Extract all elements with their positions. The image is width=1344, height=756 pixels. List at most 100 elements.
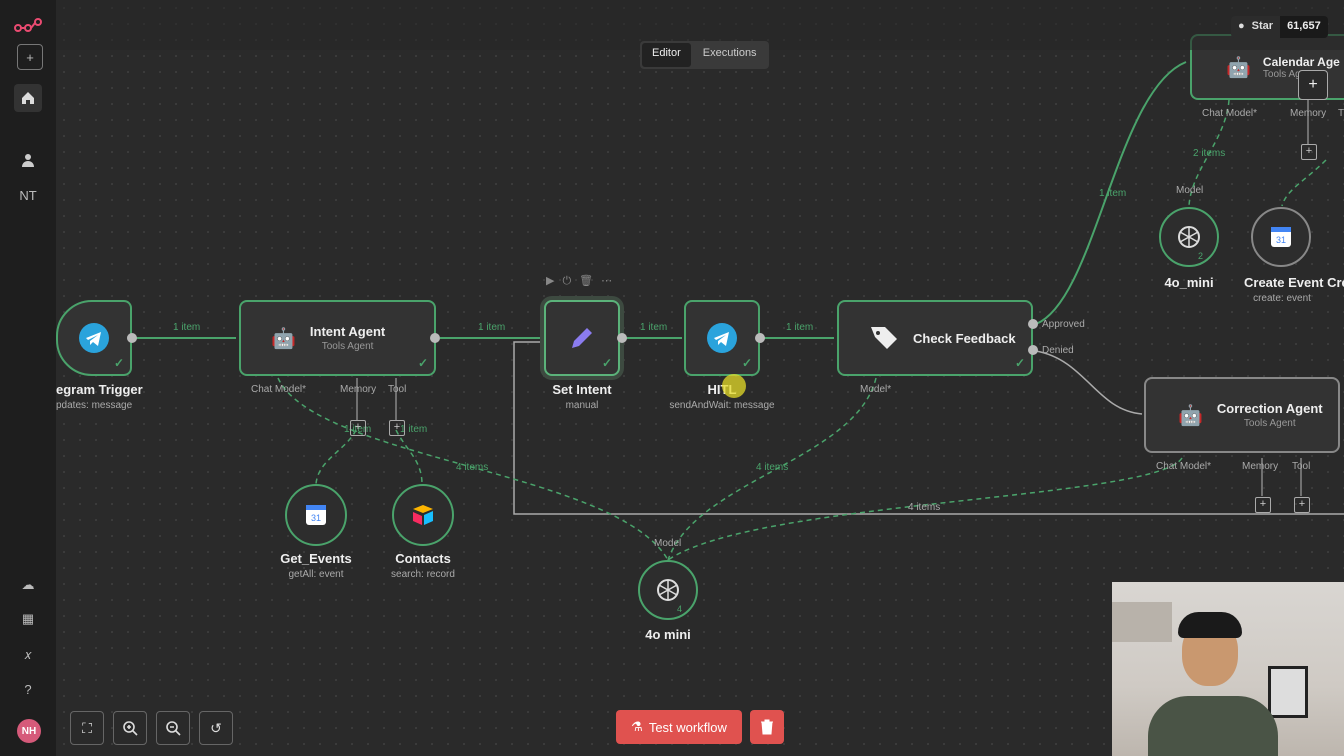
zoom-in-button[interactable]: [113, 711, 147, 745]
n8n-logo-icon[interactable]: [14, 12, 42, 40]
port-label: Chat Model*: [1156, 461, 1212, 472]
check-feedback-node[interactable]: Check Feedback ✓: [837, 300, 1033, 376]
telegram-trigger-node[interactable]: ✓: [56, 300, 132, 376]
robot-icon: 🤖: [271, 327, 296, 350]
node-title: 4o mini: [645, 627, 691, 642]
templates-icon[interactable]: ▦: [14, 605, 42, 633]
node-subtitle: create: event: [1253, 293, 1311, 304]
tab-executions[interactable]: Executions: [693, 43, 767, 67]
node-subtitle: getAll: event: [288, 569, 344, 580]
edge-label: 4 items: [456, 462, 489, 473]
node-subtitle: pdates: message: [56, 400, 133, 411]
trash-icon: [761, 719, 773, 735]
github-icon: ●: [1238, 20, 1245, 32]
sidebar: + NT ☁ ▦ 𝑥 ? NH: [0, 0, 57, 756]
user-icon[interactable]: [14, 146, 42, 174]
create-event-node[interactable]: 31: [1251, 207, 1311, 267]
node-title: Intent Agent: [309, 324, 386, 339]
contacts-node[interactable]: [392, 484, 454, 546]
node-title: Contacts: [395, 551, 451, 566]
openai-model-node[interactable]: 4: [638, 560, 698, 620]
output-port-denied[interactable]: [1028, 345, 1038, 355]
svg-text:31: 31: [1276, 235, 1286, 245]
edge-tool-contacts: [395, 429, 423, 485]
node-title: 4o_mini: [1164, 275, 1214, 290]
port-label: Model: [1176, 185, 1204, 196]
test-workflow-button[interactable]: ⚗ Test workflow: [616, 710, 742, 744]
node-subtitle: Tools Agent: [321, 341, 374, 352]
project-initials[interactable]: NT: [14, 181, 42, 209]
output-port-approved[interactable]: [1028, 319, 1038, 329]
node-title: Set Intent: [552, 382, 612, 397]
add-icon[interactable]: +: [17, 44, 43, 70]
add-memory-button[interactable]: +: [1255, 497, 1271, 513]
home-icon[interactable]: [14, 84, 42, 112]
node-title: egram Trigger: [56, 382, 143, 397]
help-icon[interactable]: ?: [14, 675, 42, 703]
edge-tool-createevent: [1281, 159, 1327, 207]
flask-icon: ⚗: [631, 719, 643, 734]
set-intent-node[interactable]: ✓: [544, 300, 620, 376]
output-port[interactable]: [127, 333, 137, 343]
node-toolbar[interactable]: ▶⏻🗑⋯: [546, 274, 620, 288]
edge-denied-correction: [1035, 350, 1143, 415]
cloud-icon[interactable]: ☁: [14, 571, 42, 599]
openai-icon: [657, 579, 679, 601]
telegram-icon: [707, 323, 737, 353]
wall-picture: [1268, 666, 1308, 718]
star-count: 61,657: [1280, 16, 1328, 38]
delete-button[interactable]: [750, 710, 784, 744]
person-shirt: [1148, 696, 1278, 756]
port-label: Chat Model*: [251, 384, 307, 395]
node-title: Create Event Crea: [1244, 275, 1344, 290]
get-events-node[interactable]: 31: [285, 484, 347, 546]
reset-zoom-button[interactable]: ↺: [199, 711, 233, 745]
edge-label: 2 items: [1193, 148, 1226, 159]
variables-icon[interactable]: 𝑥: [14, 641, 42, 669]
add-node-button[interactable]: +: [1298, 70, 1328, 100]
add-tool-button[interactable]: +: [1294, 497, 1310, 513]
output-port[interactable]: [430, 333, 440, 343]
node-title: Check Feedback: [913, 330, 1016, 346]
port-label: T: [1338, 108, 1344, 119]
airtable-icon: [413, 505, 433, 525]
avatar[interactable]: NH: [17, 719, 41, 743]
node-subtitle: manual: [565, 400, 599, 411]
star-label: Star: [1251, 20, 1274, 32]
cursor-highlight: [722, 374, 746, 398]
node-subtitle: sendAndWait: message: [669, 400, 775, 411]
edge-label: 1 item: [786, 322, 814, 333]
github-star-button[interactable]: ● Star 61,657: [1231, 16, 1328, 38]
test-workflow-label: Test workflow: [648, 719, 727, 735]
port-label: Chat Model*: [1202, 108, 1258, 119]
zoom-in-icon: [123, 721, 138, 736]
wall-shelf: [1112, 602, 1172, 642]
fit-view-button[interactable]: ⛶: [70, 711, 104, 745]
edge-tool-getevents: [315, 429, 357, 485]
port-label: Tool: [1292, 461, 1311, 472]
hitl-node[interactable]: ✓: [684, 300, 760, 376]
port-label: Model*: [860, 384, 892, 395]
openai-model-node[interactable]: 2: [1159, 207, 1219, 267]
svg-text:31: 31: [311, 513, 321, 523]
correction-agent-node[interactable]: 🤖 Correction Agent Tools Agent: [1144, 377, 1340, 453]
tab-editor[interactable]: Editor: [642, 43, 691, 67]
node-subtitle: Tools Agent: [1243, 418, 1296, 429]
edge-label: 4 items: [756, 462, 789, 473]
zoom-out-button[interactable]: [156, 711, 190, 745]
webcam-overlay: [1112, 582, 1344, 756]
port-label: Memory: [340, 384, 377, 395]
output-port[interactable]: [755, 333, 765, 343]
add-tool-button[interactable]: +: [389, 420, 405, 436]
edge-label: 1 item: [1099, 188, 1127, 199]
output-port[interactable]: [617, 333, 627, 343]
tag-icon: [871, 327, 897, 349]
output-label: Approved: [1042, 319, 1085, 330]
view-tabs: Editor Executions: [640, 41, 769, 69]
edge-label: 4 items: [908, 502, 941, 513]
add-memory-button[interactable]: +: [1301, 144, 1317, 160]
add-memory-button[interactable]: +: [350, 420, 366, 436]
node-subtitle: search: record: [391, 569, 455, 580]
port-label: Memory: [1242, 461, 1279, 472]
intent-agent-node[interactable]: 🤖 Intent Agent Tools Agent ✓: [239, 300, 436, 376]
